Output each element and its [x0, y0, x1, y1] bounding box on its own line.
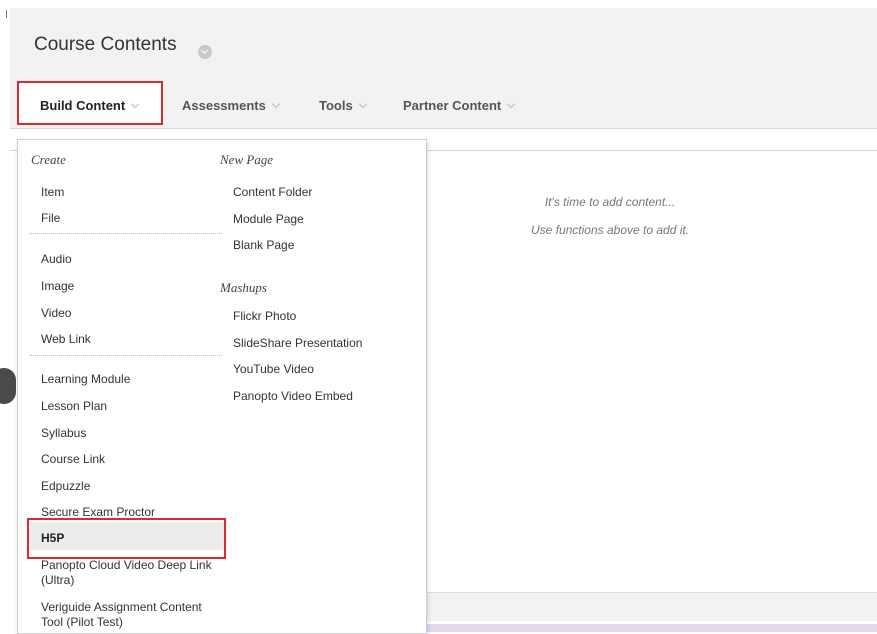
assessments-menu-button[interactable]: Assessments	[182, 98, 281, 113]
menu-item-course-link[interactable]: Course Link	[41, 452, 105, 466]
chevron-down-icon	[506, 99, 516, 109]
menu-item-module-page[interactable]: Module Page	[233, 212, 304, 226]
build-content-label: Build Content	[40, 98, 126, 113]
edge-marker	[6, 10, 7, 18]
menu-item-secure-exam-proctor[interactable]: Secure Exam Proctor	[41, 505, 155, 519]
new-page-heading: New Page	[220, 152, 274, 167]
empty-state-line-2: Use functions above to add it.	[530, 223, 690, 237]
chevron-down-icon	[358, 99, 367, 109]
menu-item-edpuzzle[interactable]: Edpuzzle	[41, 479, 90, 493]
assessments-label: Assessments	[182, 98, 266, 113]
build-content-label-wrap: Build Content	[40, 98, 140, 113]
title-menu-chevron-icon[interactable]	[198, 45, 212, 59]
build-content-dropdown: Create New Page Item File Audio Image Vi…	[17, 139, 427, 634]
menu-item-lesson-plan[interactable]: Lesson Plan	[41, 399, 107, 413]
menu-item-syllabus[interactable]: Syllabus	[41, 426, 86, 440]
menu-item-panopto-cloud-video-deep-link[interactable]: Panopto Cloud Video Deep Link (Ultra)	[41, 558, 221, 588]
menu-item-learning-module[interactable]: Learning Module	[41, 372, 130, 386]
top-strip	[0, 0, 877, 8]
menu-divider	[30, 355, 222, 356]
partner-content-label: Partner Content	[403, 98, 502, 113]
menu-item-slideshare-presentation[interactable]: SlideShare Presentation	[233, 336, 362, 350]
build-content-menu-button[interactable]: Build Content	[17, 81, 163, 125]
collapse-sidebar-handle-icon[interactable]	[0, 368, 16, 404]
tools-menu-button[interactable]: Tools	[319, 98, 367, 113]
empty-state-line-1: It's time to add content...	[544, 195, 676, 209]
chevron-down-icon	[271, 99, 281, 109]
menu-item-veriguide-assignment[interactable]: Veriguide Assignment Content Tool (Pilot…	[41, 600, 221, 630]
menu-item-flickr-photo[interactable]: Flickr Photo	[233, 309, 296, 323]
page-title: Course Contents	[34, 34, 177, 55]
menu-item-content-folder[interactable]: Content Folder	[233, 185, 312, 199]
menu-item-blank-page[interactable]: Blank Page	[233, 238, 294, 252]
partner-content-menu-button[interactable]: Partner Content	[403, 98, 516, 113]
h5p-annotation-box	[27, 518, 226, 559]
menu-item-item[interactable]: Item	[41, 185, 64, 199]
menu-item-web-link[interactable]: Web Link	[41, 332, 91, 346]
menu-item-panopto-video-embed[interactable]: Panopto Video Embed	[233, 389, 353, 403]
menu-item-video[interactable]: Video	[41, 306, 71, 320]
create-heading: Create	[31, 152, 66, 167]
footer-accent	[410, 624, 877, 632]
menu-item-image[interactable]: Image	[41, 279, 74, 293]
menu-divider	[30, 233, 222, 234]
mashups-heading: Mashups	[220, 280, 267, 295]
chevron-down-icon	[130, 99, 140, 109]
menu-item-youtube-video[interactable]: YouTube Video	[233, 362, 314, 376]
content-footer	[410, 592, 877, 621]
page-header: Course Contents	[10, 8, 877, 85]
menu-item-audio[interactable]: Audio	[41, 252, 72, 266]
tools-label: Tools	[319, 98, 353, 113]
menu-item-file[interactable]: File	[41, 211, 60, 225]
